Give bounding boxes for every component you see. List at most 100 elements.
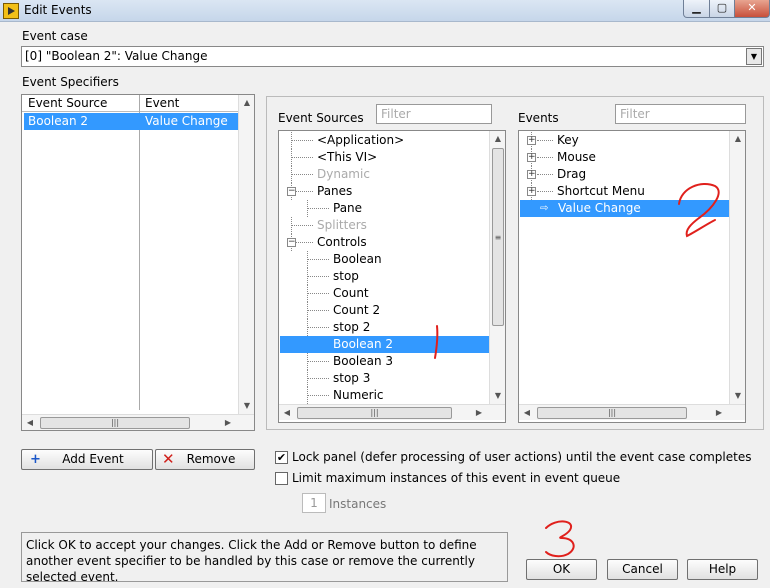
events-vertical-scrollbar[interactable]: ▲ ▼: [729, 131, 745, 404]
source-tree-item[interactable]: Pane: [333, 200, 362, 217]
source-tree-item[interactable]: <This VI>: [317, 149, 377, 166]
tree-connector: [307, 361, 329, 362]
sources-events-group: Event Sources Filter Events Filter <Appl…: [266, 96, 764, 430]
scroll-up-arrow-icon[interactable]: ▲: [239, 95, 255, 111]
tree-connector: [537, 191, 553, 192]
source-tree-item[interactable]: Controls: [317, 234, 367, 251]
tree-connector: [537, 157, 553, 158]
tree-connector: [537, 174, 553, 175]
instances-input[interactable]: 1: [302, 493, 326, 513]
sources-vertical-scrollbar[interactable]: ▲ ≡ ▼: [489, 131, 505, 404]
scroll-left-arrow-icon[interactable]: ◀: [519, 405, 535, 421]
help-button[interactable]: Help: [687, 559, 758, 580]
tree-connector: [307, 293, 329, 294]
specifiers-horizontal-scrollbar[interactable]: ◀ ||| ▶: [22, 414, 254, 430]
lock-panel-label: Lock panel (defer processing of user act…: [292, 450, 752, 464]
source-tree-item[interactable]: stop 3: [333, 370, 370, 387]
event-case-value: [0] "Boolean 2": Value Change: [25, 49, 208, 63]
event-tree-item[interactable]: Drag: [557, 166, 586, 183]
source-tree-item[interactable]: Dynamic: [317, 166, 370, 183]
specifier-row[interactable]: Boolean 2 Value Change: [24, 113, 238, 130]
events-filter-input[interactable]: Filter: [615, 104, 746, 124]
scroll-up-arrow-icon[interactable]: ▲: [730, 131, 746, 147]
expand-icon[interactable]: +: [527, 153, 536, 162]
source-tree-item[interactable]: Numeric: [333, 387, 384, 404]
tree-connector: [291, 157, 313, 158]
event-case-dropdown[interactable]: [0] "Boolean 2": Value Change ▼: [21, 46, 764, 67]
dropdown-arrow-icon[interactable]: ▼: [746, 48, 762, 65]
tree-connector: [291, 174, 313, 175]
tree-connector: [307, 395, 329, 396]
help-text: Click OK to accept your changes. Click t…: [26, 538, 477, 584]
ok-button[interactable]: OK: [526, 559, 597, 580]
tree-connector: [307, 310, 329, 311]
window-title: Edit Events: [24, 3, 92, 17]
source-tree-item[interactable]: <Application>: [317, 132, 404, 149]
event-tree-item[interactable]: ⇨ Value Change: [520, 200, 729, 217]
close-button[interactable]: ✕: [734, 0, 770, 18]
event-specifiers-label: Event Specifiers: [22, 75, 119, 89]
event-case-label: Event case: [22, 29, 88, 43]
lock-panel-checkbox[interactable]: ✔: [275, 451, 288, 464]
scroll-left-arrow-icon[interactable]: ◀: [279, 405, 295, 421]
labview-app-icon: [3, 3, 19, 19]
expand-icon[interactable]: +: [527, 187, 536, 196]
scroll-thumb[interactable]: |||: [297, 407, 452, 419]
source-tree-item[interactable]: Count: [333, 285, 369, 302]
sources-filter-input[interactable]: Filter: [376, 104, 492, 124]
arrow-right-icon: ⇨: [540, 203, 549, 214]
source-tree-item[interactable]: stop 2: [333, 319, 370, 336]
specifiers-vertical-scrollbar[interactable]: ▲ ▼: [238, 95, 254, 414]
source-tree-item[interactable]: Boolean: [333, 251, 382, 268]
scroll-right-arrow-icon[interactable]: ▶: [711, 405, 727, 421]
column-divider[interactable]: [139, 95, 140, 410]
limit-instances-label: Limit maximum instances of this event in…: [292, 471, 621, 485]
cancel-button[interactable]: Cancel: [607, 559, 678, 580]
tree-connector: [291, 140, 313, 141]
events-label: Events: [518, 111, 559, 125]
scroll-down-arrow-icon[interactable]: ▼: [239, 398, 255, 414]
expand-icon[interactable]: +: [527, 170, 536, 179]
plus-icon: +: [30, 452, 41, 467]
scroll-thumb[interactable]: ≡: [492, 148, 504, 326]
scroll-right-arrow-icon[interactable]: ▶: [220, 415, 236, 431]
maximize-button[interactable]: ▢: [709, 0, 735, 18]
event-specifiers-list[interactable]: Event Source Event Boolean 2 Value Chang…: [21, 94, 255, 431]
sources-horizontal-scrollbar[interactable]: ◀ ||| ▶: [279, 404, 505, 420]
source-tree-item[interactable]: Splitters: [317, 217, 367, 234]
title-bar: Edit Events ▁ ▢ ✕: [0, 0, 770, 22]
expand-icon[interactable]: +: [527, 136, 536, 145]
edit-events-dialog: Edit Events ▁ ▢ ✕ Event case [0] "Boolea…: [0, 0, 770, 588]
tree-connector: [307, 327, 329, 328]
source-tree-item[interactable]: Boolean 2: [280, 336, 489, 353]
scroll-down-arrow-icon[interactable]: ▼: [490, 388, 506, 404]
scroll-thumb[interactable]: |||: [537, 407, 687, 419]
collapse-icon[interactable]: −: [287, 187, 296, 196]
help-text-box: Click OK to accept your changes. Click t…: [21, 532, 508, 584]
source-tree-item[interactable]: Panes: [317, 183, 352, 200]
events-horizontal-scrollbar[interactable]: ◀ ||| ▶: [519, 404, 745, 420]
tree-connector: [291, 225, 313, 226]
limit-instances-checkbox[interactable]: [275, 472, 288, 485]
source-tree-item[interactable]: Boolean 3: [333, 353, 393, 370]
source-tree-item[interactable]: stop: [333, 268, 359, 285]
add-event-button[interactable]: + Add Event: [21, 449, 153, 470]
events-tree[interactable]: + Key + Mouse + Drag + Shortcut Menu ⇨ Value Chan…: [518, 130, 746, 423]
column-header-event-source: Event Source: [28, 96, 108, 110]
tree-connector: [307, 259, 329, 260]
minimize-button[interactable]: ▁: [683, 0, 710, 18]
event-sources-tree[interactable]: <Application> <This VI> Dynamic − Panes Pane S…: [278, 130, 506, 423]
event-tree-item[interactable]: Key: [557, 132, 579, 149]
tree-connector: [537, 140, 553, 141]
scroll-right-arrow-icon[interactable]: ▶: [471, 405, 487, 421]
collapse-icon[interactable]: −: [287, 238, 296, 247]
remove-button[interactable]: ✕ Remove: [155, 449, 255, 470]
scroll-down-arrow-icon[interactable]: ▼: [730, 388, 746, 404]
scroll-left-arrow-icon[interactable]: ◀: [22, 415, 38, 431]
event-tree-item[interactable]: Mouse: [557, 149, 596, 166]
source-tree-item[interactable]: Count 2: [333, 302, 380, 319]
event-tree-item[interactable]: Shortcut Menu: [557, 183, 645, 200]
specifiers-header: Event Source Event: [22, 95, 238, 112]
scroll-up-arrow-icon[interactable]: ▲: [490, 131, 506, 147]
scroll-thumb[interactable]: |||: [40, 417, 190, 429]
